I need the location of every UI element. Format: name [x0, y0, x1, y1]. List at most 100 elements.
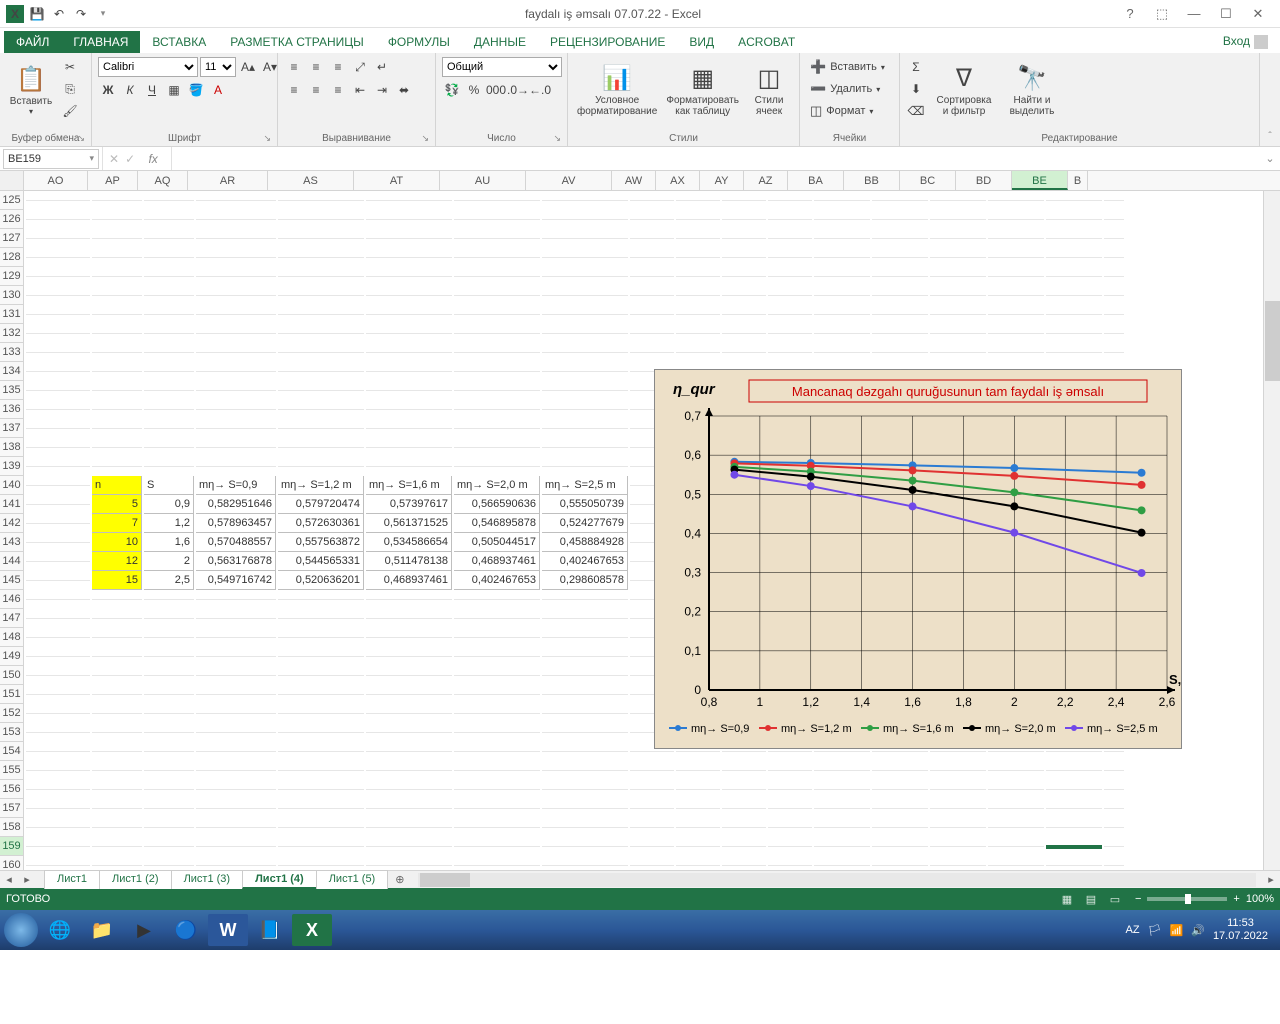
cell[interactable]: [1046, 770, 1102, 771]
column-header[interactable]: AQ: [138, 171, 188, 190]
comma-icon[interactable]: 000: [486, 80, 506, 100]
font-size-select[interactable]: 11: [200, 57, 236, 77]
cell[interactable]: [768, 808, 812, 809]
cell[interactable]: [144, 200, 194, 201]
cell[interactable]: [92, 333, 142, 334]
cell[interactable]: [722, 257, 766, 258]
row-header[interactable]: 160: [0, 856, 24, 870]
column-header[interactable]: AZ: [744, 171, 788, 190]
cell[interactable]: [930, 333, 986, 334]
cell[interactable]: [278, 257, 364, 258]
cell[interactable]: [676, 238, 720, 239]
cell[interactable]: [26, 466, 90, 467]
decrease-font-icon[interactable]: A▾: [260, 57, 280, 77]
cell[interactable]: [542, 352, 628, 353]
orientation-icon[interactable]: ⤢: [350, 57, 370, 77]
cell[interactable]: [542, 618, 628, 619]
cell[interactable]: [278, 219, 364, 220]
cell[interactable]: 0,458884928: [542, 533, 628, 552]
sort-filter-button[interactable]: ᐁСортировка и фильтр: [930, 57, 998, 123]
maximize-icon[interactable]: ☐: [1214, 6, 1238, 22]
cell[interactable]: [542, 276, 628, 277]
cell[interactable]: [366, 713, 452, 714]
cell[interactable]: [630, 865, 674, 866]
cell[interactable]: [722, 846, 766, 847]
cell[interactable]: 0,572630361: [278, 514, 364, 533]
cell[interactable]: [1046, 352, 1102, 353]
cell[interactable]: [630, 789, 674, 790]
column-header[interactable]: AR: [188, 171, 268, 190]
cell[interactable]: [26, 599, 90, 600]
cell[interactable]: [144, 618, 194, 619]
cell[interactable]: [930, 865, 986, 866]
cell[interactable]: [454, 371, 540, 372]
cell[interactable]: [366, 295, 452, 296]
cell[interactable]: [814, 789, 870, 790]
cell[interactable]: [1046, 295, 1102, 296]
cell[interactable]: [196, 599, 276, 600]
cell[interactable]: [814, 295, 870, 296]
cell[interactable]: [26, 675, 90, 676]
cell[interactable]: [196, 675, 276, 676]
cell[interactable]: [722, 295, 766, 296]
cell[interactable]: [722, 219, 766, 220]
cell[interactable]: [1046, 333, 1102, 334]
underline-icon[interactable]: Ч: [142, 80, 162, 100]
align-center-icon[interactable]: ≡: [306, 80, 326, 100]
cell[interactable]: [722, 751, 766, 752]
percent-icon[interactable]: %: [464, 80, 484, 100]
cell[interactable]: [542, 694, 628, 695]
row-header[interactable]: 149: [0, 647, 24, 666]
redo-icon[interactable]: ↷: [72, 5, 90, 23]
cell[interactable]: [1104, 200, 1124, 201]
column-header[interactable]: AX: [656, 171, 700, 190]
cell[interactable]: 0,534586654: [366, 533, 452, 552]
row-header[interactable]: 128: [0, 248, 24, 267]
cell[interactable]: [676, 295, 720, 296]
cell[interactable]: [1046, 789, 1102, 790]
cell[interactable]: [92, 675, 142, 676]
cell[interactable]: [542, 257, 628, 258]
sheet-tab[interactable]: Лист1 (4): [242, 870, 317, 889]
cell[interactable]: mη→ S=1,2 m: [278, 476, 364, 495]
dialog-launcher-icon[interactable]: ↘: [263, 133, 271, 144]
cell[interactable]: [366, 599, 452, 600]
fill-color-icon[interactable]: 🪣: [186, 80, 206, 100]
number-format-select[interactable]: Общий: [442, 57, 562, 77]
cell[interactable]: [144, 789, 194, 790]
cell[interactable]: [814, 352, 870, 353]
cell[interactable]: [196, 770, 276, 771]
cell[interactable]: [542, 637, 628, 638]
row-header[interactable]: 126: [0, 210, 24, 229]
row-header[interactable]: 150: [0, 666, 24, 685]
cell[interactable]: [988, 865, 1044, 866]
taskbar-media-icon[interactable]: ▶: [124, 914, 164, 946]
column-header[interactable]: BB: [844, 171, 900, 190]
cell[interactable]: 0,563176878: [196, 552, 276, 571]
tab-данные[interactable]: ДАННЫЕ: [462, 31, 538, 53]
view-pagelayout-icon[interactable]: ▤: [1081, 893, 1101, 906]
cell[interactable]: [542, 409, 628, 410]
cell[interactable]: 0,570488557: [196, 533, 276, 552]
cell[interactable]: [722, 314, 766, 315]
embedded-chart[interactable]: 0,811,21,41,61,822,22,42,600,10,20,30,40…: [654, 369, 1182, 749]
cell[interactable]: [366, 276, 452, 277]
cell[interactable]: [92, 808, 142, 809]
cell[interactable]: [542, 466, 628, 467]
cell[interactable]: [278, 751, 364, 752]
row-header[interactable]: 146: [0, 590, 24, 609]
cell[interactable]: [1104, 827, 1124, 828]
bold-icon[interactable]: Ж: [98, 80, 118, 100]
cell[interactable]: [454, 295, 540, 296]
cell[interactable]: [366, 618, 452, 619]
cell[interactable]: 0,402467653: [542, 552, 628, 571]
cell[interactable]: [144, 732, 194, 733]
cell[interactable]: [454, 219, 540, 220]
cell[interactable]: [144, 770, 194, 771]
cell[interactable]: [196, 789, 276, 790]
cell[interactable]: [366, 789, 452, 790]
cell[interactable]: 0,544565331: [278, 552, 364, 571]
cell[interactable]: [196, 637, 276, 638]
cell[interactable]: [366, 333, 452, 334]
cell[interactable]: [454, 333, 540, 334]
